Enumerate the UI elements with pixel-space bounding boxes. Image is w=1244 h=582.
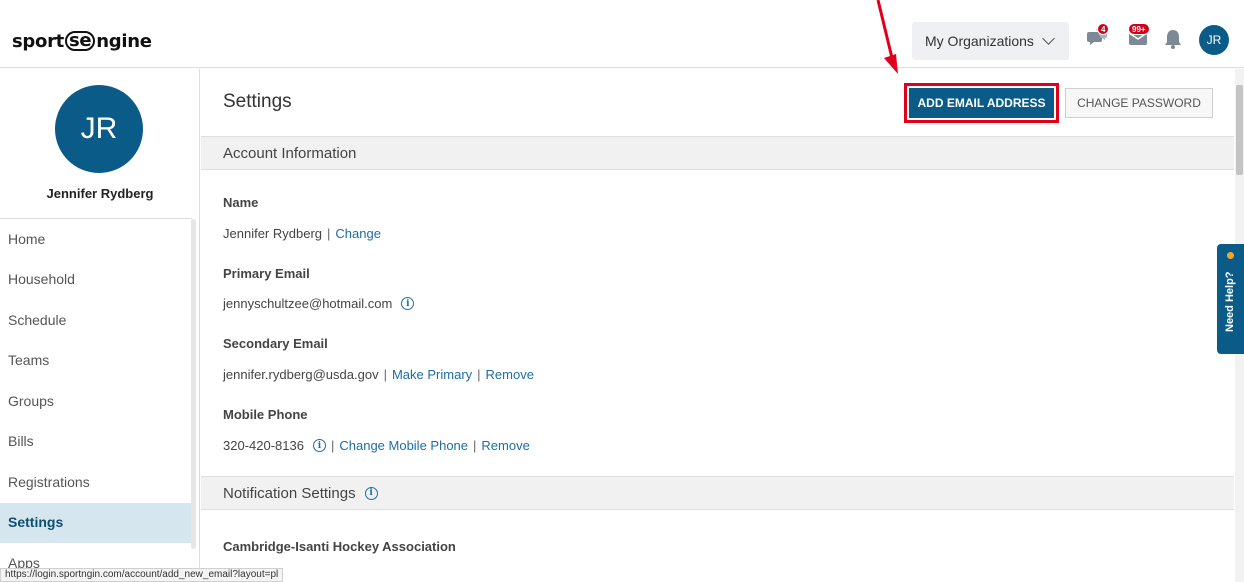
need-help-label: Need Help? bbox=[1224, 271, 1236, 332]
add-email-address-button[interactable]: ADD EMAIL ADDRESS bbox=[904, 83, 1059, 123]
remove-mobile-phone-link[interactable]: Remove bbox=[481, 438, 529, 453]
name-row: Jennifer Rydberg | Change bbox=[223, 226, 381, 241]
secondary-email-value: jennifer.rydberg@usda.gov bbox=[223, 367, 379, 382]
name-value: Jennifer Rydberg bbox=[223, 226, 322, 241]
top-bar: sport se ngine My Organizations 4 99+ JR bbox=[0, 0, 1244, 68]
organization-name: Cambridge-Isanti Hockey Association bbox=[223, 539, 456, 554]
my-organizations-dropdown[interactable]: My Organizations bbox=[912, 22, 1069, 60]
sidebar-item-bills[interactable]: Bills bbox=[0, 422, 192, 463]
primary-email-row: jennyschultzee@hotmail.com i bbox=[223, 296, 415, 311]
sidebar: JR Jennifer Rydberg Home Household Sched… bbox=[0, 69, 200, 582]
bell-icon bbox=[1165, 30, 1181, 49]
sidebar-item-registrations[interactable]: Registrations bbox=[0, 462, 192, 503]
info-icon[interactable]: i bbox=[312, 439, 326, 452]
sidebar-item-settings[interactable]: Settings bbox=[0, 502, 192, 543]
help-hand-icon bbox=[1227, 252, 1234, 259]
mobile-phone-value: 320-420-8136 bbox=[223, 438, 304, 453]
info-icon[interactable]: i bbox=[401, 297, 415, 310]
secondary-email-label: Secondary Email bbox=[223, 336, 328, 351]
sidebar-scrollbar[interactable] bbox=[191, 219, 196, 549]
change-mobile-phone-link[interactable]: Change Mobile Phone bbox=[339, 438, 468, 453]
primary-email-label: Primary Email bbox=[223, 266, 310, 281]
separator: | bbox=[327, 226, 331, 241]
need-help-tab[interactable]: Need Help? bbox=[1217, 244, 1244, 354]
primary-email-value: jennyschultzee@hotmail.com bbox=[223, 296, 393, 311]
change-password-button[interactable]: CHANGE PASSWORD bbox=[1065, 88, 1213, 118]
logo-text-mid: se bbox=[64, 31, 96, 51]
profile-avatar: JR bbox=[55, 85, 143, 173]
main-content: Settings ADD EMAIL ADDRESS CHANGE PASSWO… bbox=[201, 69, 1244, 582]
scrollbar-thumb[interactable] bbox=[1236, 85, 1243, 175]
messages-button[interactable]: 4 bbox=[1087, 23, 1110, 53]
logo-text-post: ngine bbox=[96, 30, 152, 52]
notifications-button[interactable] bbox=[1163, 28, 1183, 55]
sidebar-item-home[interactable]: Home bbox=[0, 219, 192, 260]
sidebar-item-schedule[interactable]: Schedule bbox=[0, 300, 192, 341]
separator: | bbox=[330, 438, 335, 453]
account-information-header: Account Information bbox=[201, 136, 1234, 170]
make-primary-link[interactable]: Make Primary bbox=[392, 367, 472, 382]
separator: | bbox=[473, 438, 477, 453]
user-avatar-button[interactable]: JR bbox=[1199, 25, 1229, 55]
secondary-email-row: jennifer.rydberg@usda.gov | Make Primary… bbox=[223, 367, 534, 382]
sidebar-item-household[interactable]: Household bbox=[0, 260, 192, 301]
separator: | bbox=[477, 367, 481, 382]
sidebar-item-teams[interactable]: Teams bbox=[0, 341, 192, 382]
my-organizations-label: My Organizations bbox=[925, 33, 1034, 49]
notification-settings-label: Notification Settings bbox=[223, 484, 356, 502]
change-name-link[interactable]: Change bbox=[335, 226, 381, 241]
chevron-down-icon bbox=[1042, 32, 1055, 45]
logo-text-pre: sport bbox=[12, 30, 64, 52]
profile-name: Jennifer Rydberg bbox=[46, 186, 154, 201]
notification-settings-header: Notification Settings i bbox=[201, 476, 1234, 510]
mail-button[interactable]: 99+ bbox=[1127, 23, 1150, 53]
separator: | bbox=[383, 367, 387, 382]
sportsengine-logo[interactable]: sport se ngine bbox=[12, 29, 152, 53]
sidebar-item-groups[interactable]: Groups bbox=[0, 381, 192, 422]
page-title: Settings bbox=[223, 91, 292, 112]
name-label: Name bbox=[223, 195, 259, 210]
mobile-phone-label: Mobile Phone bbox=[223, 407, 308, 422]
sidebar-nav: Home Household Schedule Teams Groups Bil… bbox=[0, 218, 192, 582]
mobile-phone-row: 320-420-8136 i | Change Mobile Phone | R… bbox=[223, 438, 530, 453]
info-icon[interactable]: i bbox=[364, 486, 378, 500]
browser-status-url: https://login.sportngin.com/account/add_… bbox=[0, 568, 284, 582]
remove-secondary-email-link[interactable]: Remove bbox=[486, 367, 534, 382]
mail-badge: 99+ bbox=[1128, 23, 1150, 35]
